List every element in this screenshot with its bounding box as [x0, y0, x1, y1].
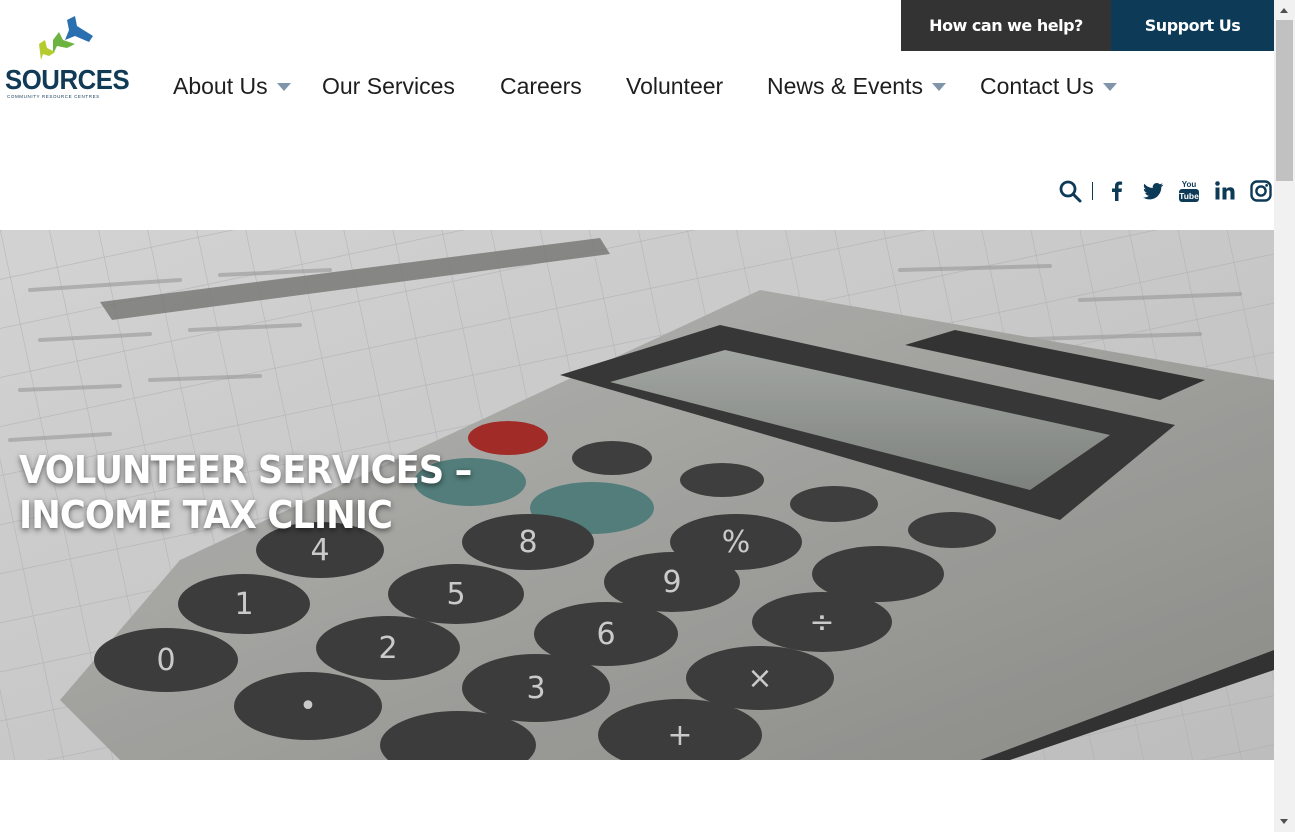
hero-title-line1: VOLUNTEER SERVICES – [19, 448, 472, 492]
logo-tagline: COMMUNITY RESOURCE CENTRES [7, 94, 100, 99]
nav-item-label: Our Services [322, 72, 455, 99]
svg-text:You: You [1182, 180, 1197, 189]
nav-item-about-us[interactable]: About Us [173, 70, 291, 102]
search-icon[interactable] [1058, 179, 1082, 203]
facebook-icon[interactable] [1105, 179, 1129, 203]
youtube-icon[interactable]: You Tube [1177, 179, 1201, 203]
linkedin-icon[interactable] [1213, 179, 1237, 203]
hero-banner: 4 8% 1 5 9 ÷ 0 2 6 × • 3 + VOLUNTEER SERVICES – I… [0, 230, 1274, 760]
instagram-icon[interactable] [1249, 179, 1273, 203]
page-scrollbar[interactable] [1274, 0, 1295, 832]
nav-item-label: Careers [500, 72, 582, 99]
scrollbar-thumb[interactable] [1276, 20, 1293, 181]
logo-birds-icon [39, 16, 93, 60]
social-links: You Tube [1058, 177, 1273, 205]
nav-item-careers[interactable]: Careers [500, 70, 582, 102]
chevron-down-icon [931, 83, 946, 91]
divider [1092, 182, 1093, 200]
nav-item-label: About Us [173, 72, 268, 99]
chevron-down-icon [1102, 83, 1117, 91]
nav-item-news-events[interactable]: News & Events [767, 70, 946, 102]
nav-item-label: Contact Us [980, 72, 1094, 99]
nav-item-volunteer[interactable]: Volunteer [626, 70, 723, 102]
how-can-we-help-button[interactable]: How can we help? [901, 0, 1111, 51]
hero-title-line2: INCOME TAX CLINIC [19, 493, 393, 537]
site-logo[interactable]: SOURCES COMMUNITY RESOURCE CENTRES [5, 14, 130, 104]
twitter-icon[interactable] [1141, 179, 1165, 203]
chevron-down-icon [276, 83, 291, 91]
utility-bar: How can we help? Support Us [901, 0, 1274, 51]
scroll-down-icon[interactable] [1280, 819, 1288, 824]
nav-item-contact-us[interactable]: Contact Us [980, 70, 1117, 102]
support-us-button[interactable]: Support Us [1111, 0, 1274, 51]
hero-title: VOLUNTEER SERVICES – INCOME TAX CLINIC [19, 448, 472, 538]
svg-text:Tube: Tube [1179, 191, 1199, 201]
nav-item-our-services[interactable]: Our Services [322, 70, 455, 102]
nav-item-label: Volunteer [626, 72, 724, 99]
scroll-up-icon[interactable] [1280, 8, 1288, 13]
logo-wordmark: SOURCES [5, 64, 130, 95]
nav-item-label: News & Events [767, 72, 923, 99]
